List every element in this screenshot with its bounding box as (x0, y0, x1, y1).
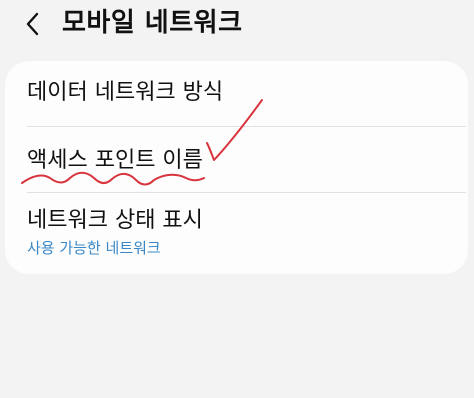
settings-item-label: 액세스 포인트 이름 (27, 148, 203, 173)
settings-item-network-status[interactable]: 네트워크 상태 표시 사용 가능한 네트워크 (5, 193, 468, 274)
chevron-left-icon (26, 12, 39, 36)
settings-item-access-point-names[interactable]: 액세스 포인트 이름 (5, 127, 468, 191)
app-header: 모바일 네트워크 (0, 0, 474, 52)
settings-card: 데이터 네트워크 방식 액세스 포인트 이름 네트워크 상태 표시 사용 가능한… (5, 61, 468, 274)
settings-item-subtitle: 사용 가능한 네트워크 (27, 239, 161, 257)
page-title: 모바일 네트워크 (62, 8, 243, 38)
settings-item-data-network-mode[interactable]: 데이터 네트워크 방식 (5, 61, 468, 125)
settings-item-label: 데이터 네트워크 방식 (27, 80, 224, 105)
settings-item-label: 네트워크 상태 표시 (27, 208, 203, 233)
back-button[interactable] (18, 9, 48, 39)
